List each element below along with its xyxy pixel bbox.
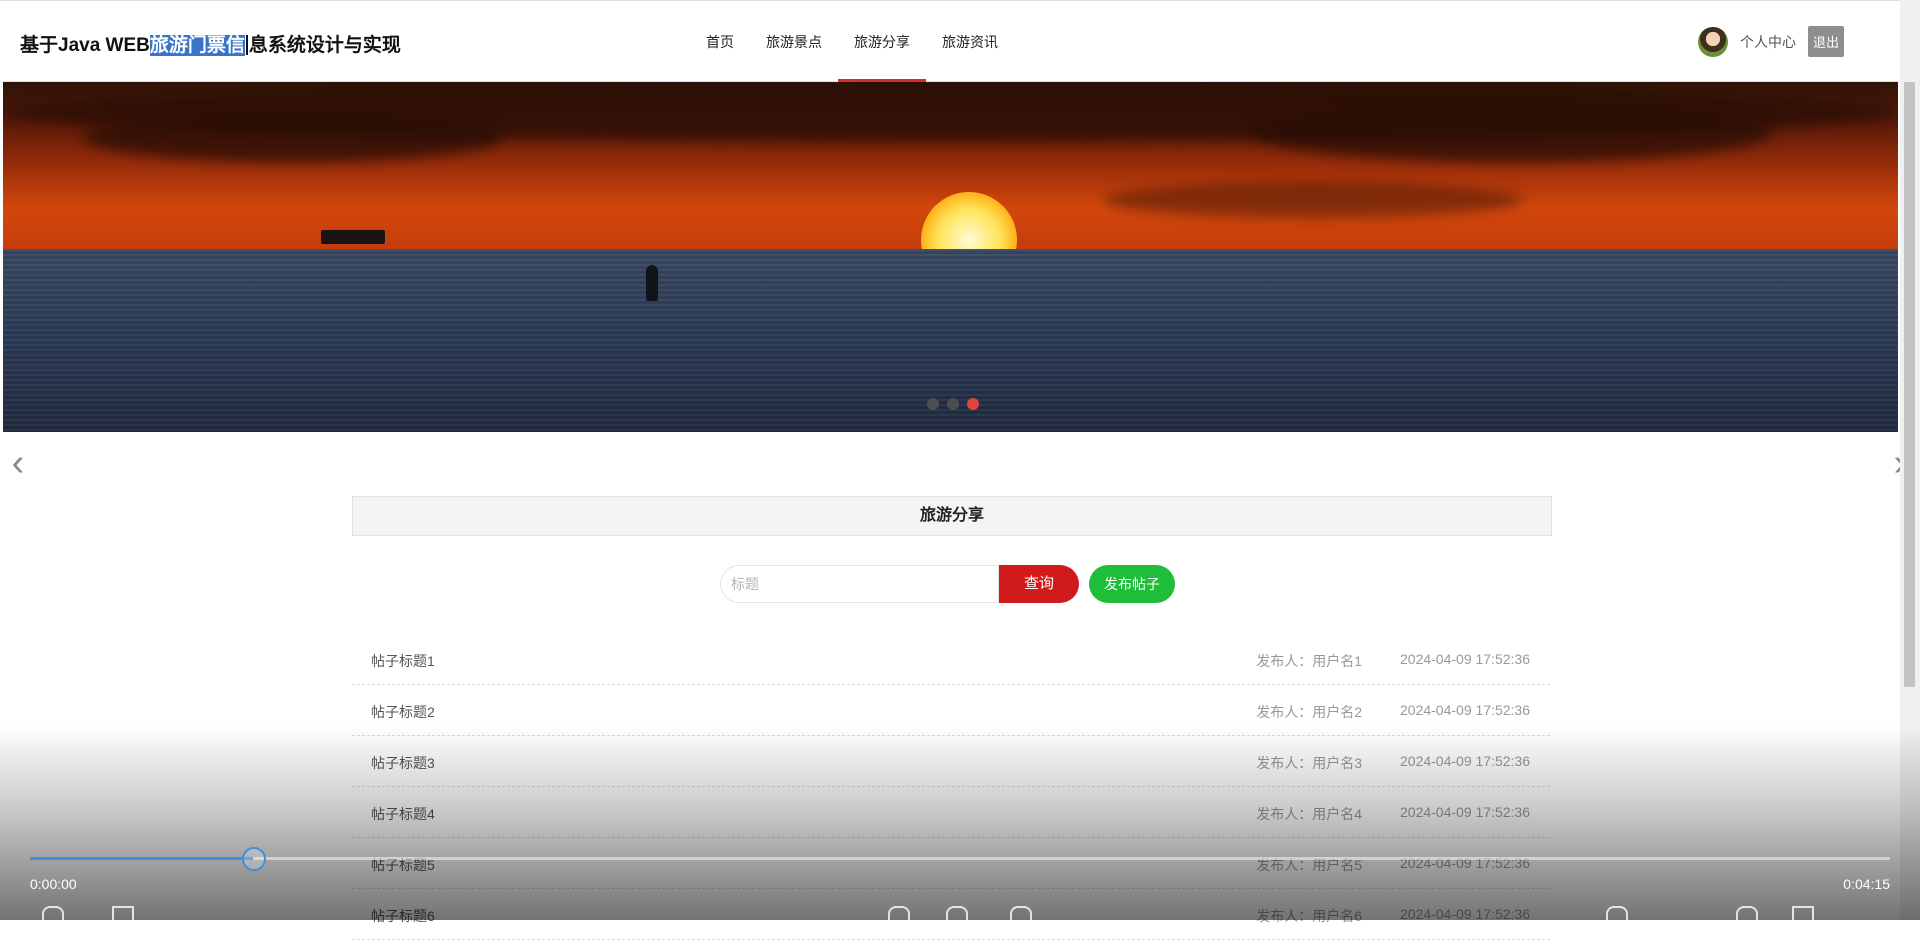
post-time: 2024-04-09 17:52:36	[1400, 651, 1530, 667]
title-selected-text[interactable]: 旅游门票信	[149, 35, 245, 56]
carousel-dot-2[interactable]	[947, 398, 959, 410]
post-title[interactable]: 帖子标题4	[371, 804, 435, 824]
post-list: 帖子标题1 发布人：用户名1 2024-04-09 17:52:36 帖子标题2…	[352, 634, 1550, 940]
carousel-dot-1[interactable]	[927, 398, 939, 410]
post-time: 2024-04-09 17:52:36	[1400, 702, 1530, 718]
nav-home[interactable]: 首页	[690, 1, 750, 81]
post-time: 2024-04-09 17:52:36	[1400, 804, 1530, 820]
list-item[interactable]: 帖子标题4 发布人：用户名4 2024-04-09 17:52:36	[352, 787, 1550, 838]
post-author: 发布人：用户名2	[1256, 704, 1362, 720]
logout-button[interactable]: 退出	[1807, 26, 1844, 57]
carousel-dots	[927, 398, 979, 410]
site-header: 基于Java WEB旅游门票信 息系统设计与实现 首页 旅游景点 旅游分享 旅游资…	[0, 0, 1900, 82]
post-title[interactable]: 帖子标题1	[371, 651, 435, 671]
post-time: 2024-04-09 17:52:36	[1400, 753, 1530, 769]
scrollbar-thumb[interactable]	[1904, 82, 1915, 687]
post-title[interactable]: 帖子标题2	[371, 702, 435, 722]
title-prefix: 基于Java WEB	[20, 35, 150, 56]
video-progress-bar[interactable]	[30, 847, 1890, 871]
video-control-icons	[0, 906, 1920, 922]
post-author: 发布人：用户名3	[1256, 755, 1362, 771]
list-item[interactable]: 帖子标题1 发布人：用户名1 2024-04-09 17:52:36	[352, 634, 1550, 685]
ship-silhouette	[321, 230, 385, 244]
nav-attractions[interactable]: 旅游景点	[750, 1, 838, 81]
carousel-dot-3[interactable]	[967, 398, 979, 410]
video-total-time: 0:04:15	[1843, 876, 1890, 892]
chevron-left-icon[interactable]: ‹	[6, 444, 30, 482]
section-title: 旅游分享	[352, 496, 1552, 536]
video-current-time: 0:00:00	[30, 876, 77, 892]
video-progress-fill	[30, 857, 254, 860]
cloud	[1253, 102, 1773, 162]
video-progress-handle[interactable]	[242, 847, 267, 871]
nav-travel-news[interactable]: 旅游资讯	[926, 1, 1014, 81]
publish-post-button[interactable]: 发布帖子	[1089, 565, 1175, 603]
main-nav: 首页 旅游景点 旅游分享 旅游资讯	[690, 1, 1014, 82]
user-center-link[interactable]: 个人中心	[1740, 32, 1796, 52]
search-input[interactable]	[720, 565, 999, 603]
nav-travel-share[interactable]: 旅游分享	[838, 1, 926, 82]
buoy-silhouette	[646, 265, 658, 301]
list-item[interactable]: 帖子标题2 发布人：用户名2 2024-04-09 17:52:36	[352, 685, 1550, 736]
cloud	[1103, 182, 1523, 218]
post-author: 发布人：用户名4	[1256, 806, 1362, 822]
post-title[interactable]: 帖子标题3	[371, 753, 435, 773]
page-scrollbar[interactable]	[1900, 0, 1920, 920]
title-suffix: 息系统设计与实现	[248, 35, 401, 56]
post-author: 发布人：用户名1	[1256, 653, 1362, 669]
site-title: 基于Java WEB旅游门票信 息系统设计与实现	[20, 30, 401, 57]
banner-carousel	[3, 82, 1898, 432]
list-item[interactable]: 帖子标题5 发布人：用户名5 2024-04-09 17:52:36	[352, 838, 1550, 889]
avatar[interactable]	[1697, 26, 1728, 57]
user-area: 个人中心 退出	[1697, 26, 1844, 57]
cloud	[83, 112, 503, 162]
text-cursor-icon	[245, 35, 248, 55]
list-item[interactable]: 帖子标题3 发布人：用户名3 2024-04-09 17:52:36	[352, 736, 1550, 787]
search-button[interactable]: 查询	[999, 565, 1079, 603]
